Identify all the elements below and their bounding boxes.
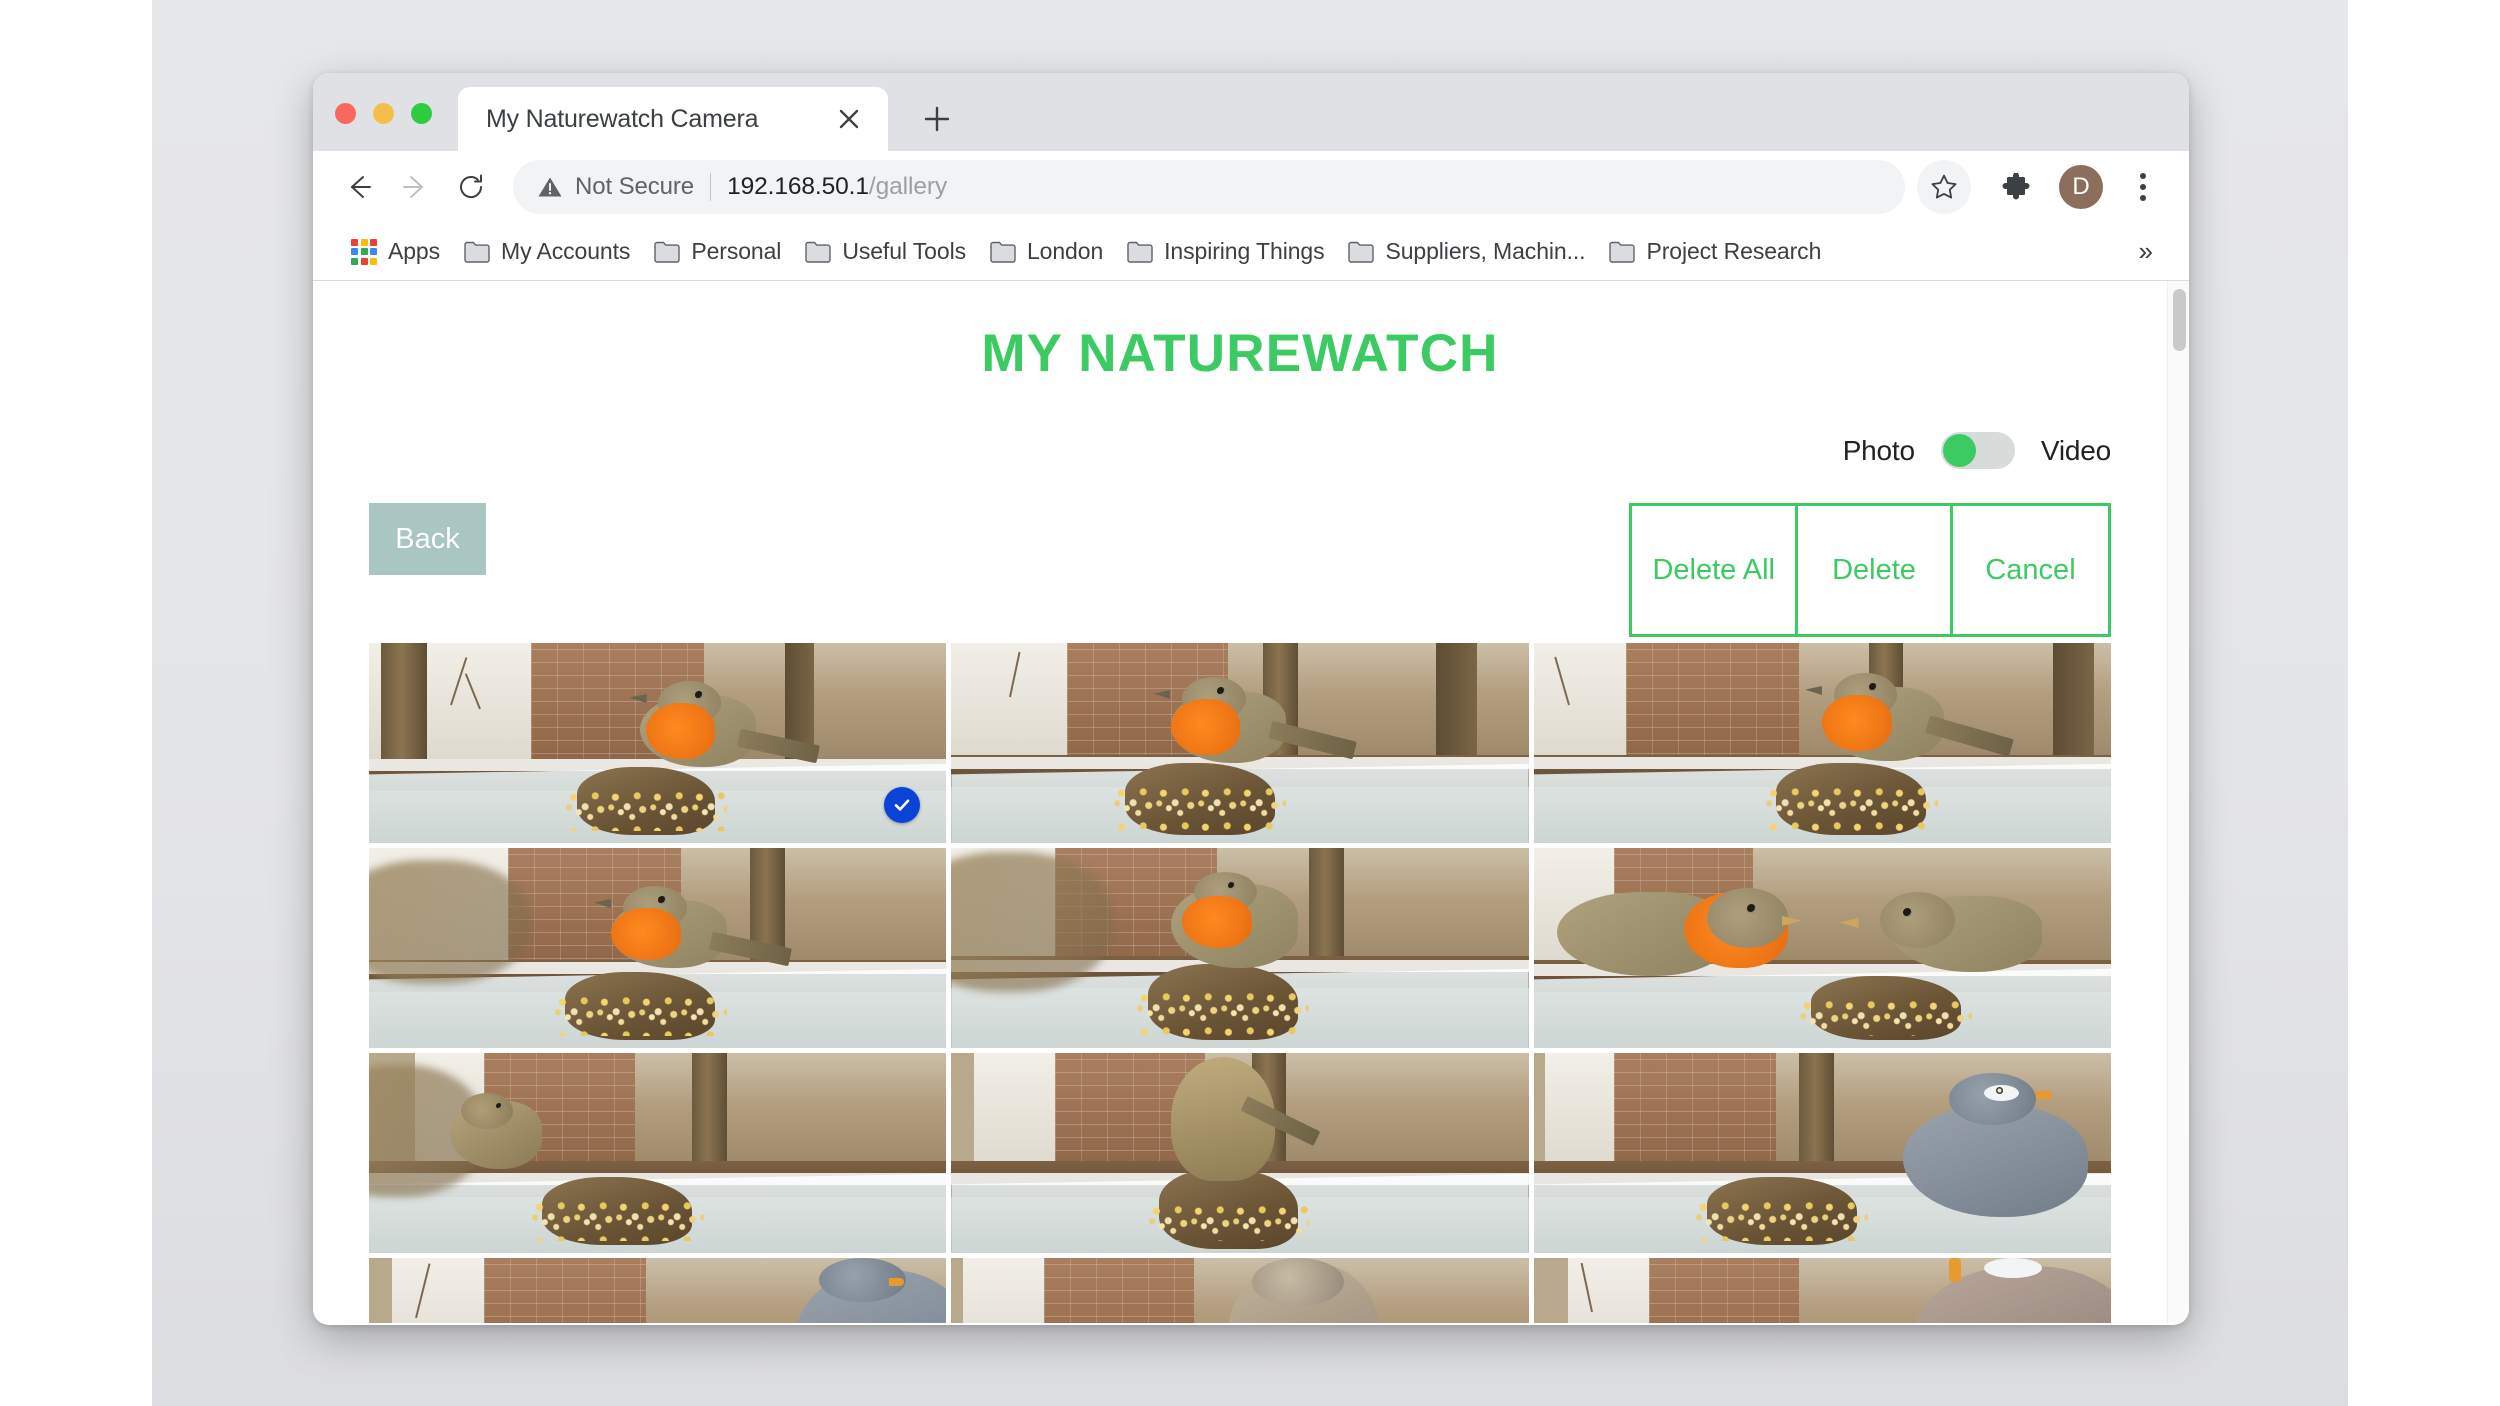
folder-icon xyxy=(805,240,832,263)
maximize-window-button[interactable] xyxy=(411,103,432,124)
toggle-label-video: Video xyxy=(2040,434,2111,466)
gallery-thumbnail[interactable] xyxy=(369,1053,947,1253)
photo-video-switch[interactable] xyxy=(1940,432,2015,469)
bookmark-label: Inspiring Things xyxy=(1164,238,1325,264)
bookmark-personal[interactable]: Personal xyxy=(642,232,793,271)
browser-menu-icon[interactable] xyxy=(2121,160,2165,214)
tab-strip: My Naturewatch Camera xyxy=(313,73,2189,151)
security-status-text: Not Secure xyxy=(575,173,695,200)
url-host: 192.168.50.1 xyxy=(727,173,869,200)
bookmark-london[interactable]: London xyxy=(978,232,1115,271)
thumbnail-image xyxy=(1533,848,2111,1048)
folder-icon xyxy=(1348,240,1375,263)
gallery-thumbnail[interactable] xyxy=(951,1053,1529,1253)
puzzle-piece-icon[interactable] xyxy=(1989,160,2043,214)
forward-navigation-icon[interactable] xyxy=(387,159,443,215)
gallery-action-bar: Back Delete All Delete Cancel xyxy=(313,503,2167,637)
delete-button-group: Delete All Delete Cancel xyxy=(1629,503,2111,637)
thumbnail-image xyxy=(951,1258,1529,1323)
warning-triangle-icon xyxy=(537,174,563,200)
omnibox-divider xyxy=(710,173,712,201)
apps-grid-icon xyxy=(351,238,377,265)
bookmark-label: Apps xyxy=(388,238,441,264)
tab-title: My Naturewatch Camera xyxy=(486,104,759,133)
back-button[interactable]: Back xyxy=(369,503,486,575)
thumbnail-image xyxy=(369,643,947,843)
page-title: MY NATUREWATCH xyxy=(981,324,1499,383)
gallery-thumbnail[interactable] xyxy=(369,1258,947,1323)
toggle-label-photo: Photo xyxy=(1842,434,1915,466)
bookmark-inspiring-things[interactable]: Inspiring Things xyxy=(1115,232,1336,271)
folder-icon xyxy=(990,240,1016,263)
bookmark-label: Project Research xyxy=(1646,238,1822,264)
gallery-thumbnail[interactable] xyxy=(1533,1258,2111,1323)
thumbnail-image xyxy=(369,1053,947,1253)
bookmark-label: London xyxy=(1026,238,1104,264)
thumbnail-image xyxy=(951,1053,1529,1253)
bookmark-label: Suppliers, Machin... xyxy=(1385,238,1586,264)
address-bar-url: 192.168.50.1/gallery xyxy=(727,173,947,201)
bookmark-useful-tools[interactable]: Useful Tools xyxy=(793,232,978,271)
browser-toolbar: Not Secure 192.168.50.1/gallery D xyxy=(313,151,2189,223)
gallery-thumbnail[interactable] xyxy=(369,643,947,843)
gallery-thumbnail[interactable] xyxy=(369,848,947,1048)
browser-window: My Naturewatch Camera Not Secure 192.168… xyxy=(313,73,2189,1325)
bookmark-apps[interactable]: Apps xyxy=(339,232,452,271)
thumbnail-image xyxy=(951,643,1529,843)
minimize-window-button[interactable] xyxy=(373,103,394,124)
back-navigation-icon[interactable] xyxy=(331,159,387,215)
page-scrollbar-thumb[interactable] xyxy=(2173,289,2186,351)
reload-icon[interactable] xyxy=(443,159,499,215)
naturewatch-app: MY NATUREWATCH Photo Video Back Delete A… xyxy=(313,281,2167,1323)
thumbnail-image xyxy=(369,1258,947,1323)
star-icon[interactable] xyxy=(1917,160,1971,214)
delete-all-button[interactable]: Delete All xyxy=(1632,506,1798,634)
bookmarks-overflow-button[interactable]: » xyxy=(2129,232,2163,271)
gallery-thumbnail[interactable] xyxy=(951,1258,1529,1323)
close-tab-icon[interactable] xyxy=(830,100,868,138)
browser-tab[interactable]: My Naturewatch Camera xyxy=(458,87,888,151)
bookmark-label: Useful Tools xyxy=(842,238,966,264)
gallery-thumbnail[interactable] xyxy=(951,848,1529,1048)
gallery-thumbnail[interactable] xyxy=(1533,643,2111,843)
url-path: /gallery xyxy=(868,173,948,200)
thumbnail-image xyxy=(1534,1258,2111,1323)
close-window-button[interactable] xyxy=(335,103,356,124)
folder-icon xyxy=(464,240,490,263)
address-bar[interactable]: Not Secure 192.168.50.1/gallery xyxy=(513,160,1905,214)
switch-knob xyxy=(1942,434,1976,467)
bookmark-label: My Accounts xyxy=(501,238,631,264)
folder-icon xyxy=(654,240,681,263)
photo-gallery-grid xyxy=(313,643,2167,1323)
bookmark-label: Personal xyxy=(691,238,782,264)
bookmark-suppliers[interactable]: Suppliers, Machin... xyxy=(1336,232,1597,271)
media-mode-toggle: Photo Video xyxy=(313,432,2167,469)
delete-button[interactable]: Delete xyxy=(1798,506,1953,634)
thumbnail-image xyxy=(1533,643,2111,843)
thumbnail-image xyxy=(1533,1053,2111,1253)
bookmarks-bar: Apps My Accounts Personal Useful Tools L… xyxy=(313,223,2189,281)
gallery-thumbnail[interactable] xyxy=(1533,848,2111,1048)
thumbnail-image xyxy=(951,848,1529,1048)
bookmark-my-accounts[interactable]: My Accounts xyxy=(452,232,642,271)
window-controls xyxy=(335,103,432,124)
profile-avatar[interactable]: D xyxy=(2059,165,2103,209)
folder-icon xyxy=(1127,240,1153,263)
page-scrollbar[interactable] xyxy=(2167,281,2189,1323)
gallery-thumbnail[interactable] xyxy=(951,643,1529,843)
new-tab-button[interactable] xyxy=(913,95,961,143)
folder-icon xyxy=(1609,240,1636,263)
thumbnail-image xyxy=(369,848,947,1048)
gallery-thumbnail[interactable] xyxy=(1533,1053,2111,1253)
page-viewport: MY NATUREWATCH Photo Video Back Delete A… xyxy=(313,281,2189,1323)
bookmark-project-research[interactable]: Project Research xyxy=(1597,232,1833,271)
cancel-button[interactable]: Cancel xyxy=(1953,506,2108,634)
